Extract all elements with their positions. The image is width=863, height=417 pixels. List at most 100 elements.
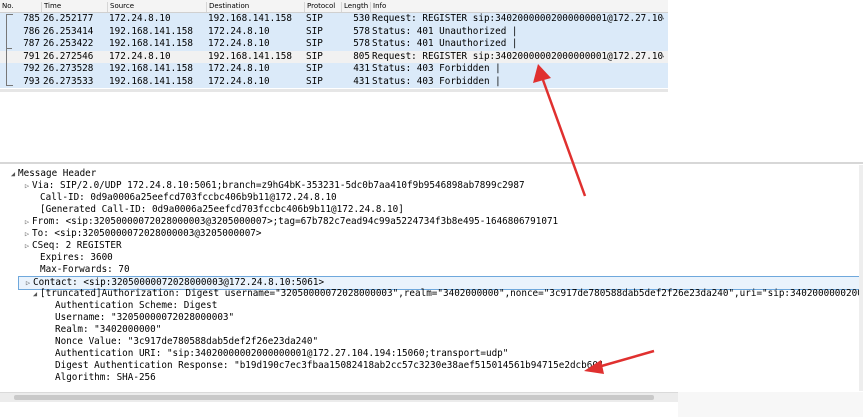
detail-line[interactable]: ▷ CSeq: 2 REGISTER	[22, 240, 122, 252]
packet-row[interactable]: 792 26.273528 192.168.141.158 172.24.8.10 SI…	[0, 63, 668, 76]
details-horizontal-scrollbar[interactable]	[0, 392, 678, 402]
column-header-protocol[interactable]: Protocol	[304, 2, 341, 12]
detail-line[interactable]: Username: "32050000072028000003"	[45, 312, 234, 324]
packet-list-header: No. Time Source Destination Protocol Len…	[0, 0, 668, 13]
packet-cell-info: Request: REGISTER sip:340200000020000000…	[372, 50, 664, 62]
expand-icon[interactable]: ▷	[22, 240, 32, 252]
packet-cell-info: Request: REGISTER sip:340200000020000000…	[372, 13, 664, 24]
expand-icon[interactable]: ▷	[22, 180, 32, 192]
column-header-time[interactable]: Time	[41, 2, 108, 12]
packet-cell-length: 578	[353, 25, 370, 37]
packet-row[interactable]: 785 26.252177 172.24.8.10 192.168.141.158 SI…	[0, 13, 668, 26]
packet-cell-source: 172.24.8.10	[109, 50, 171, 62]
detail-line-text: Expires: 3600	[40, 252, 113, 263]
detail-line-text: Message Header	[18, 168, 97, 179]
conversation-bracket-tick	[6, 48, 12, 49]
packet-cell-time: 26.273528	[43, 63, 94, 74]
packet-cell-time: 26.253422	[43, 38, 94, 49]
packet-list-scrollbar[interactable]	[0, 89, 668, 92]
packet-cell-destination: 192.168.141.158	[208, 50, 292, 62]
expand-icon[interactable]: ▷	[22, 216, 32, 228]
detail-line-text: Digest Authentication Response: "b19d190…	[55, 360, 604, 371]
packet-cell-no: 792	[23, 63, 40, 74]
packet-cell-source: 172.24.8.10	[109, 13, 171, 24]
detail-line-text: Algorithm: SHA-256	[55, 372, 156, 383]
packet-cell-info: Status: 403 Forbidden |	[372, 75, 501, 87]
detail-line[interactable]: Call-ID: 0d9a0006a25eefcd703fccbc406b9b1…	[30, 192, 337, 204]
packet-cell-protocol: SIP	[306, 38, 323, 49]
packet-cell-length: 530	[353, 13, 370, 24]
detail-line-text: [Generated Call-ID: 0d9a0006a25eefcd703f…	[40, 204, 404, 215]
detail-line[interactable]: Realm: "3402000000"	[45, 324, 161, 336]
collapse-icon[interactable]: ◢	[8, 168, 18, 180]
detail-line-text: Authentication URI: "sip:340200000020000…	[55, 348, 509, 359]
packet-cell-protocol: SIP	[306, 63, 323, 74]
packet-cell-length: 431	[353, 75, 370, 87]
detail-line[interactable]: ◢ [truncated]Authorization: Digest userna…	[30, 288, 863, 300]
packet-cell-protocol: SIP	[306, 75, 323, 87]
packet-cell-info: Status: 403 Forbidden |	[372, 63, 501, 74]
packet-cell-no: 791	[23, 50, 40, 62]
packet-cell-protocol: SIP	[306, 50, 323, 62]
packet-row[interactable]: 787 26.253422 192.168.141.158 172.24.8.10 SI…	[0, 38, 668, 51]
packet-cell-time: 26.253414	[43, 25, 94, 37]
detail-line[interactable]: Algorithm: SHA-256	[45, 372, 156, 384]
column-header-source[interactable]: Source	[107, 2, 206, 12]
status-area	[678, 392, 863, 417]
packet-row[interactable]: 793 26.273533 192.168.141.158 172.24.8.10 SI…	[0, 75, 668, 88]
column-header-info[interactable]: Info	[370, 2, 667, 12]
detail-line-text: CSeq: 2 REGISTER	[32, 240, 122, 251]
packet-cell-source: 192.168.141.158	[109, 25, 193, 37]
packet-cell-destination: 172.24.8.10	[208, 25, 270, 37]
detail-line[interactable]: ▷ To: <sip:32050000072028000003@320500000…	[22, 228, 262, 240]
packet-cell-destination: 172.24.8.10	[208, 38, 270, 49]
details-vertical-scrollbar[interactable]	[859, 165, 863, 391]
packet-cell-destination: 172.24.8.10	[208, 63, 270, 74]
pane-splitter[interactable]	[0, 162, 863, 164]
detail-line[interactable]: Expires: 3600	[30, 252, 113, 264]
packet-cell-protocol: SIP	[306, 25, 323, 37]
detail-line[interactable]: Max-Forwards: 70	[30, 264, 130, 276]
packet-cell-info: Status: 401 Unauthorized |	[372, 25, 518, 37]
detail-line-text: Call-ID: 0d9a0006a25eefcd703fccbc406b9b1…	[40, 192, 337, 203]
expand-icon[interactable]: ▷	[22, 228, 32, 240]
packet-cell-length: 578	[353, 38, 370, 49]
detail-line-text: Realm: "3402000000"	[55, 324, 162, 335]
packet-cell-length: 431	[353, 63, 370, 74]
conversation-bracket	[6, 14, 13, 86]
packet-cell-no: 785	[23, 13, 40, 24]
detail-line-text: From: <sip:32050000072028000003@32050000…	[32, 216, 559, 227]
detail-line-text: Authentication Scheme: Digest	[55, 300, 218, 311]
column-header-length[interactable]: Length	[341, 2, 372, 12]
collapse-icon[interactable]: ◢	[30, 288, 40, 300]
detail-line[interactable]: Authentication Scheme: Digest	[45, 300, 217, 312]
packet-cell-time: 26.252177	[43, 13, 94, 24]
detail-line[interactable]: ◢ Message Header	[8, 168, 96, 180]
packet-cell-time: 26.273533	[43, 75, 94, 87]
packet-row[interactable]: 786 26.253414 192.168.141.158 172.24.8.10 SI…	[0, 25, 668, 38]
packet-cell-no: 793	[23, 75, 40, 87]
detail-line-text: Contact: <sip:32050000072028000003@172.2…	[33, 277, 325, 288]
packet-cell-source: 192.168.141.158	[109, 75, 193, 87]
detail-line-text: Max-Forwards: 70	[40, 264, 130, 275]
detail-line-text: Username: "32050000072028000003"	[55, 312, 235, 323]
packet-cell-time: 26.272546	[43, 50, 94, 62]
detail-line[interactable]: Digest Authentication Response: "b19d190…	[45, 360, 604, 372]
scrollbar-thumb[interactable]	[14, 395, 654, 400]
packet-cell-info: Status: 401 Unauthorized |	[372, 38, 518, 49]
detail-line[interactable]: Nonce Value: "3c917de780588dab5def2f26e2…	[45, 336, 318, 348]
column-header-no[interactable]: No.	[0, 2, 42, 12]
detail-line[interactable]: Authentication URI: "sip:340200000020000…	[45, 348, 508, 360]
detail-line-text: To: <sip:32050000072028000003@3205000007…	[32, 228, 262, 239]
detail-line-text: [truncated]Authorization: Digest usernam…	[40, 288, 863, 299]
detail-line[interactable]: ▷ From: <sip:32050000072028000003@3205000…	[22, 216, 558, 228]
column-header-destination[interactable]: Destination	[206, 2, 305, 12]
detail-line[interactable]: ▷ Via: SIP/2.0/UDP 172.24.8.10:5061;branc…	[22, 180, 525, 192]
detail-line[interactable]: [Generated Call-ID: 0d9a0006a25eefcd703f…	[30, 204, 404, 216]
packet-row[interactable]: 791 26.272546 172.24.8.10 192.168.141.158 SI…	[0, 50, 668, 63]
packet-cell-no: 786	[23, 25, 40, 37]
detail-line-text: Nonce Value: "3c917de780588dab5def2f26e2…	[55, 336, 319, 347]
packet-cell-destination: 192.168.141.158	[208, 13, 292, 24]
detail-line-text: Via: SIP/2.0/UDP 172.24.8.10:5061;branch…	[32, 180, 525, 191]
packet-cell-length: 805	[353, 50, 370, 62]
